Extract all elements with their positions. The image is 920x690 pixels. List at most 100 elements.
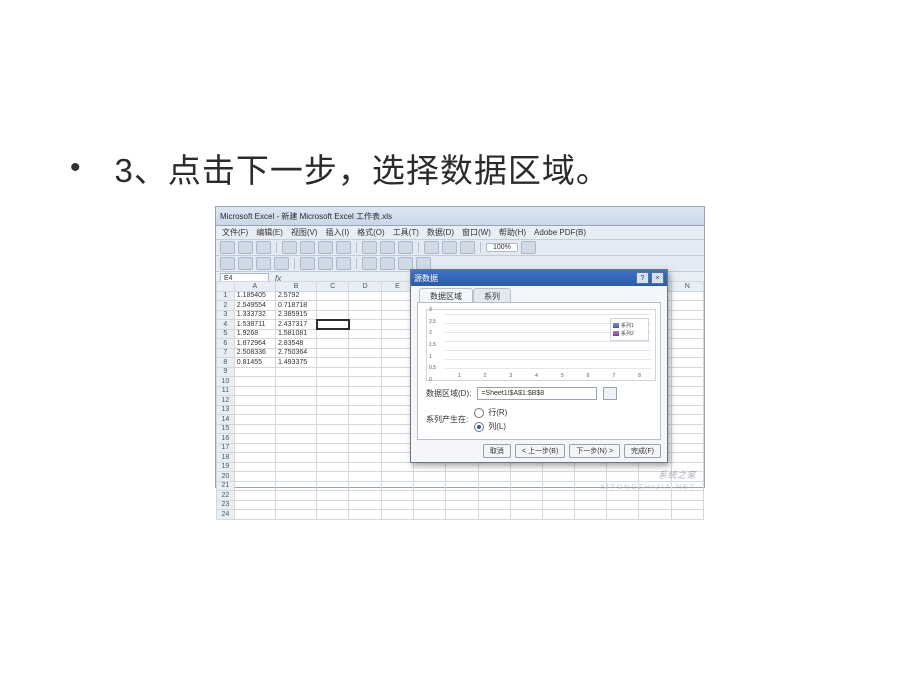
row-header[interactable]: 16 [217,434,235,444]
cell[interactable] [275,510,316,520]
cell[interactable] [671,386,704,396]
cell[interactable] [381,481,413,491]
cell[interactable] [317,310,349,320]
cell[interactable] [671,348,704,358]
toolbar-button[interactable] [398,241,413,254]
cell[interactable] [381,510,413,520]
cell[interactable] [381,472,413,482]
toolbar-button[interactable] [300,241,315,254]
menu-edit[interactable]: 编辑(E) [256,227,283,238]
cell[interactable] [510,500,542,510]
cell[interactable] [349,339,381,349]
cell[interactable] [671,320,704,330]
cell[interactable] [317,453,349,463]
cell[interactable]: 2.437317 [275,320,316,330]
cell[interactable] [542,472,574,482]
cell[interactable] [381,358,413,368]
cell[interactable] [234,405,275,415]
cell[interactable] [349,396,381,406]
cell[interactable] [349,386,381,396]
row-header[interactable]: 3 [217,310,235,320]
cell[interactable] [381,367,413,377]
row-header[interactable]: 20 [217,472,235,482]
cell[interactable]: 1.9268 [234,329,275,339]
cell[interactable] [317,377,349,387]
cell[interactable] [317,405,349,415]
select-all-corner[interactable] [217,282,235,292]
cell[interactable] [542,491,574,501]
cell[interactable] [234,462,275,472]
cell[interactable]: 2.549554 [234,301,275,311]
row-header[interactable]: 21 [217,481,235,491]
cell[interactable] [639,500,671,510]
cell[interactable] [671,405,704,415]
toolbar-button[interactable] [460,241,475,254]
cell[interactable] [478,472,510,482]
row-header[interactable]: 13 [217,405,235,415]
cell[interactable] [639,491,671,501]
radio-cols[interactable] [474,422,484,432]
cell[interactable] [275,453,316,463]
toolbar-button[interactable] [424,241,439,254]
cell[interactable] [275,377,316,387]
row-header[interactable]: 12 [217,396,235,406]
cell[interactable] [671,500,704,510]
row-header[interactable]: 14 [217,415,235,425]
cell[interactable] [349,462,381,472]
cell[interactable] [317,481,349,491]
cell[interactable] [349,320,381,330]
toolbar-button[interactable] [282,241,297,254]
col-header[interactable]: A [234,282,275,292]
cell[interactable] [317,491,349,501]
cell[interactable] [275,491,316,501]
cell[interactable] [349,481,381,491]
cell[interactable] [606,472,638,482]
cell[interactable] [317,367,349,377]
row-header[interactable]: 9 [217,367,235,377]
menu-window[interactable]: 窗口(W) [462,227,491,238]
cell[interactable] [381,329,413,339]
cell[interactable] [478,491,510,501]
menu-help[interactable]: 帮助(H) [499,227,526,238]
cell[interactable] [671,424,704,434]
toolbar-button[interactable] [380,241,395,254]
cell[interactable]: 0.81455 [234,358,275,368]
cell[interactable] [381,424,413,434]
cancel-button[interactable]: 取消 [483,444,511,458]
cell[interactable] [542,510,574,520]
cell[interactable] [349,367,381,377]
cell[interactable] [446,510,478,520]
cell[interactable] [317,424,349,434]
cell[interactable] [381,320,413,330]
toolbar-button[interactable] [336,257,351,270]
cell[interactable] [671,491,704,501]
cell[interactable] [275,386,316,396]
toolbar-button[interactable] [238,257,253,270]
cell[interactable] [234,481,275,491]
cell[interactable] [381,396,413,406]
toolbar-button[interactable] [318,241,333,254]
cell[interactable] [574,462,606,472]
cell[interactable] [446,500,478,510]
row-header[interactable]: 1 [217,291,235,301]
cell[interactable] [317,434,349,444]
row-header[interactable]: 24 [217,510,235,520]
cell[interactable] [414,481,446,491]
cell[interactable] [317,443,349,453]
cell[interactable] [574,472,606,482]
cell[interactable] [349,310,381,320]
cell[interactable] [275,396,316,406]
toolbar-button[interactable] [256,257,271,270]
toolbar-button[interactable] [442,241,457,254]
cell[interactable]: 1.872964 [234,339,275,349]
cell[interactable] [446,472,478,482]
cell[interactable] [478,510,510,520]
cell[interactable] [381,291,413,301]
menu-insert[interactable]: 插入(I) [326,227,350,238]
menu-data[interactable]: 数据(D) [427,227,454,238]
radio-rows[interactable] [474,408,484,418]
cell[interactable] [671,443,704,453]
cell[interactable] [574,491,606,501]
cell[interactable] [671,310,704,320]
row-header[interactable]: 2 [217,301,235,311]
